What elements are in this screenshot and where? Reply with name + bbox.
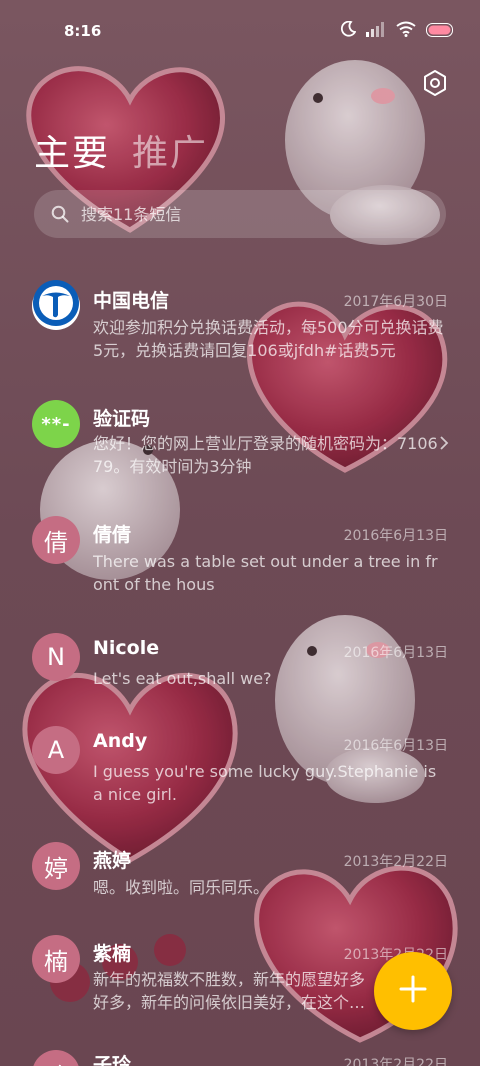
conversation-item[interactable]: 中国电信 2017年6月30日 欢迎参加积分兑换话费活动，每500分可兑换话费5… [0, 279, 480, 382]
contact-name: 紫楠 [93, 943, 132, 965]
plus-icon [398, 974, 428, 1008]
conversation-item[interactable]: A Andy 2016年6月13日 I guess you're some lu… [0, 726, 480, 816]
status-icons [340, 20, 454, 42]
china-telecom-logo-icon [32, 279, 80, 333]
avatar: 婷 [32, 842, 80, 890]
contact-name: 子玲 [93, 1054, 132, 1066]
contact-name: 燕婷 [93, 850, 132, 872]
contact-name: 倩倩 [93, 524, 132, 546]
battery-icon [426, 22, 454, 41]
conversation-item[interactable]: 倩 倩倩 2016年6月13日 There was a table set ou… [0, 516, 480, 606]
message-date: 2013年2月22日 [343, 1057, 448, 1066]
moon-icon [340, 20, 357, 41]
contact-name: Andy [93, 730, 148, 752]
search-input[interactable] [81, 204, 401, 224]
message-date: 2017年6月30日 [343, 294, 448, 310]
settings-icon [420, 70, 450, 102]
search-bar[interactable] [34, 190, 446, 238]
message-preview: 新年的祝福数不胜数，新年的愿望好多好多，新年的问候依旧美好，在这个温馨的时刻 [93, 970, 366, 1012]
avatar: N [32, 633, 80, 681]
tab-primary[interactable]: 主要 [34, 124, 110, 176]
search-icon [51, 205, 69, 223]
chevron-right-icon[interactable] [438, 435, 450, 451]
message-preview: Let's eat out,shall we? [93, 669, 272, 688]
message-preview: 您好！您的网上营业厅登录的随机密码为：710679。有效时间为3分钟 [93, 434, 438, 476]
conversation-item[interactable]: 婷 燕婷 2013年2月22日 嗯。收到啦。同乐同乐。 [0, 842, 480, 912]
status-bar: 8:16 [0, 0, 480, 62]
signal-icon [366, 21, 386, 41]
avatar: A [32, 726, 80, 774]
avatar: 倩 [32, 516, 80, 564]
message-date: 2016年6月13日 [343, 645, 448, 661]
message-date: 2016年6月13日 [343, 738, 448, 754]
avatar: 楠 [32, 935, 80, 983]
messaging-app: 8:16 主要 推广 搜索11条短信 中国电信 2017年6月30日 欢迎参加积… [0, 0, 480, 1066]
contact-name: Nicole [93, 637, 160, 659]
avatar: 玲 [32, 1050, 80, 1066]
message-date: 2013年2月22日 [343, 854, 448, 870]
contact-name: 验证码 [93, 408, 151, 430]
settings-button[interactable] [420, 68, 450, 98]
message-preview: 嗯。收到啦。同乐同乐。 [93, 878, 270, 897]
conversation-item[interactable]: **- 验证码 您好！您的网上营业厅登录的随机密码为：710679。有效时间为3… [0, 400, 480, 490]
message-preview: 欢迎参加积分兑换话费活动，每500分可兑换话费5元，兑换话费请回复106或jfd… [93, 318, 444, 360]
message-preview: I guess you're some lucky guy.Stephanie … [93, 762, 437, 804]
contact-name: 中国电信 [93, 290, 170, 312]
status-time: 8:16 [64, 22, 102, 40]
avatar [32, 279, 80, 333]
conversation-item[interactable]: 玲 子玲 2013年2月22日 [0, 1042, 480, 1066]
tab-promotions[interactable]: 推广 [132, 124, 208, 176]
wifi-icon [396, 21, 416, 41]
new-message-button[interactable] [374, 952, 452, 1030]
message-date: 2016年6月13日 [343, 528, 448, 544]
conversation-item[interactable]: N Nicole 2016年6月13日 Let's eat out,shall … [0, 633, 480, 703]
avatar: **- [32, 400, 80, 448]
message-preview: There was a table set out under a tree i… [93, 552, 438, 594]
